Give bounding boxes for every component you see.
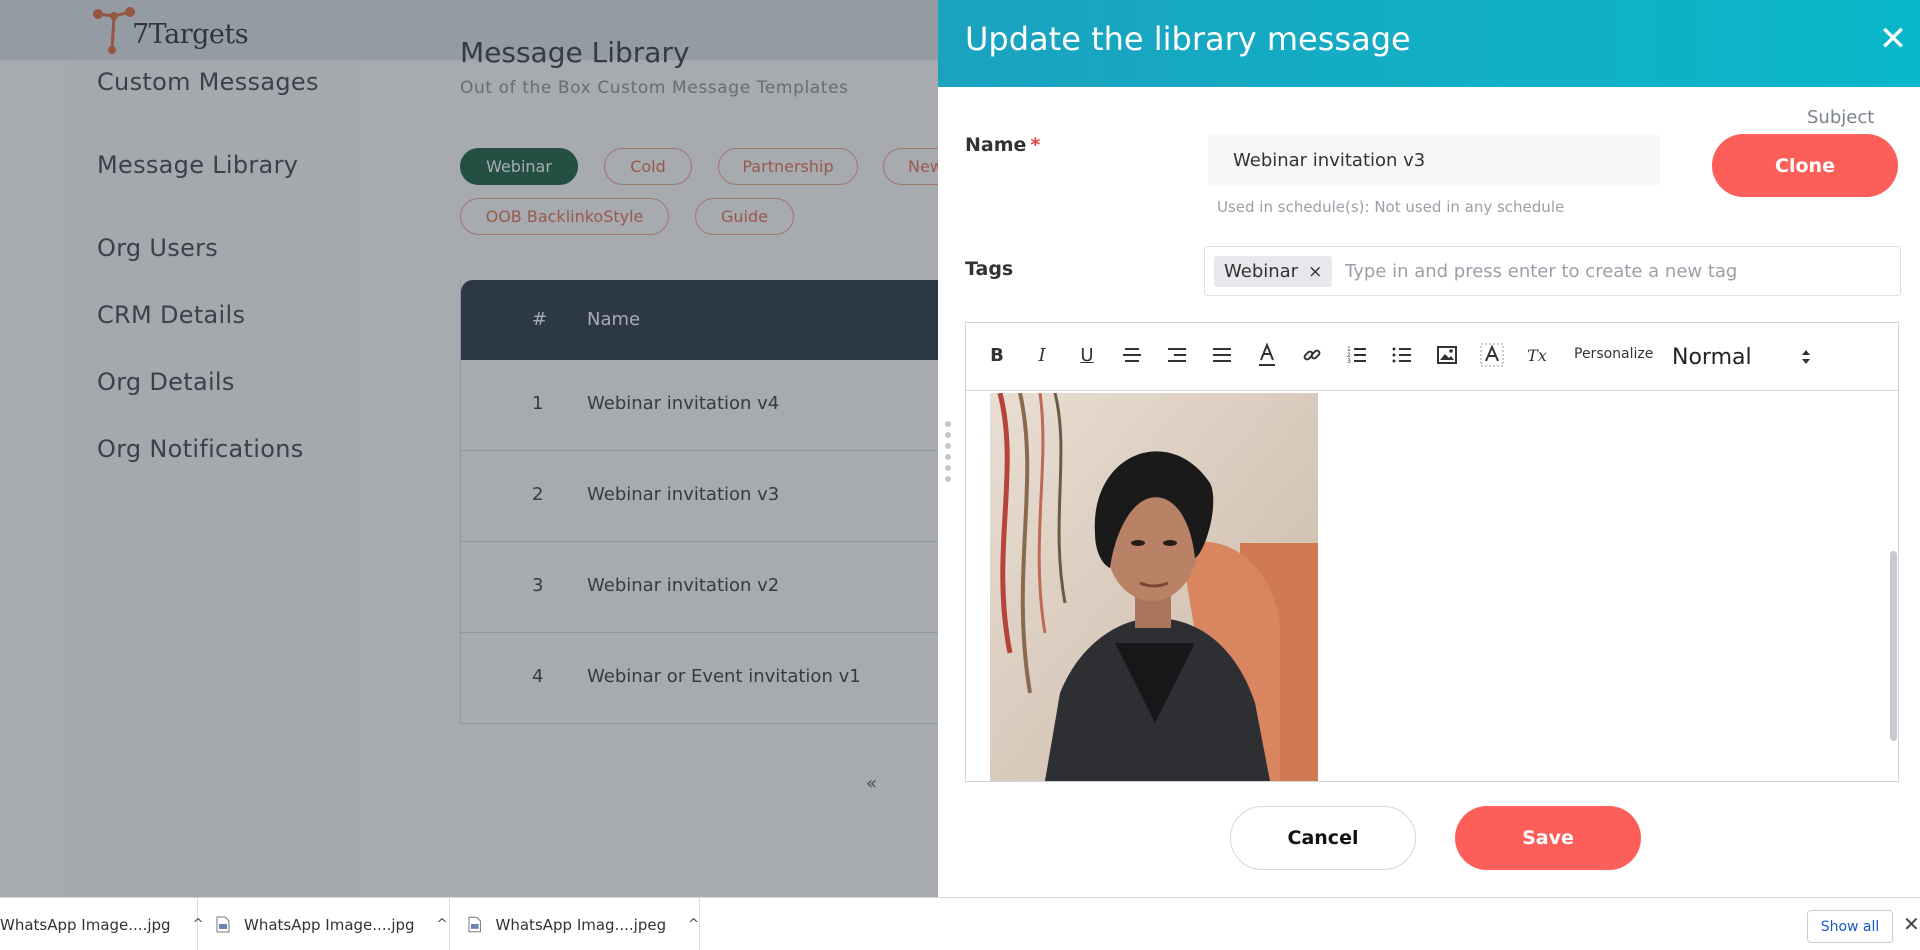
panel-resize-handle-icon[interactable]: [944, 420, 952, 484]
bullet-list-icon[interactable]: [1389, 341, 1415, 369]
underline-icon[interactable]: U: [1074, 341, 1100, 369]
name-input[interactable]: [1208, 134, 1660, 186]
panel-header: Update the library message ✕: [938, 0, 1920, 87]
modal-backdrop[interactable]: [0, 0, 938, 897]
image-file-icon: [216, 916, 230, 933]
editor-toolbar: B I U 123 Tx Personalize Normal: [966, 323, 1898, 391]
inserted-photo: [990, 393, 1318, 781]
bold-icon[interactable]: B: [984, 341, 1010, 369]
editor-scrollbar[interactable]: [1890, 551, 1897, 741]
clear-format-icon[interactable]: Tx: [1524, 341, 1550, 369]
remove-tag-icon[interactable]: ×: [1308, 262, 1322, 282]
cancel-button[interactable]: Cancel: [1230, 806, 1416, 870]
download-filename: WhatsApp Imag....jpeg: [495, 915, 667, 934]
required-asterisk: *: [1030, 134, 1041, 156]
select-updown-icon: [1802, 350, 1810, 364]
image-file-icon: [468, 916, 482, 933]
svg-text:3: 3: [1347, 358, 1351, 365]
name-label: Name *: [965, 134, 1040, 156]
text-format-select[interactable]: Normal: [1672, 341, 1812, 373]
tag-chip-label: Webinar: [1224, 261, 1299, 282]
download-shelf: WhatsApp Image....jpg ^ WhatsApp Image..…: [0, 897, 1920, 950]
subject-label: Subject: [1807, 107, 1875, 128]
download-filename: WhatsApp Image....jpg: [244, 915, 415, 934]
rich-text-editor[interactable]: B I U 123 Tx Personalize Normal: [965, 322, 1899, 782]
personalize-button[interactable]: Personalize: [1574, 346, 1653, 362]
name-label-text: Name: [965, 134, 1027, 156]
italic-icon[interactable]: I: [1029, 341, 1055, 369]
background-color-icon[interactable]: [1479, 341, 1505, 369]
download-filename: WhatsApp Image....jpg: [0, 915, 171, 934]
chevron-up-icon[interactable]: ^: [437, 917, 448, 932]
show-all-downloads-button[interactable]: Show all: [1807, 910, 1893, 943]
close-icon[interactable]: ✕: [1876, 22, 1910, 56]
link-icon[interactable]: [1299, 341, 1325, 369]
tags-label: Tags: [965, 258, 1014, 280]
tag-chip-webinar: Webinar ×: [1214, 256, 1333, 287]
editor-content[interactable]: [966, 391, 1898, 781]
text-color-icon[interactable]: [1254, 341, 1280, 369]
image-icon[interactable]: [1434, 341, 1460, 369]
download-item[interactable]: WhatsApp Image....jpg ^: [198, 898, 450, 950]
save-button[interactable]: Save: [1455, 806, 1641, 870]
new-tag-input[interactable]: [1345, 255, 1885, 287]
chevron-up-icon[interactable]: ^: [688, 917, 699, 932]
tags-field[interactable]: Webinar ×: [1204, 246, 1901, 296]
update-message-panel: Update the library message ✕ Subject Nam…: [938, 0, 1920, 897]
close-icon[interactable]: ✕: [1903, 912, 1920, 936]
schedule-usage-note: Used in schedule(s): Not used in any sch…: [1217, 198, 1565, 216]
justify-icon[interactable]: [1209, 341, 1235, 369]
panel-title: Update the library message: [965, 20, 1411, 58]
align-right-icon[interactable]: [1164, 341, 1190, 369]
format-select-value: Normal: [1672, 344, 1752, 370]
clone-button[interactable]: Clone: [1712, 134, 1898, 197]
download-item[interactable]: WhatsApp Imag....jpeg ^: [450, 898, 700, 950]
download-item[interactable]: WhatsApp Image....jpg ^: [0, 898, 203, 950]
ordered-list-icon[interactable]: 123: [1344, 341, 1370, 369]
strikethrough-icon[interactable]: [1119, 341, 1145, 369]
